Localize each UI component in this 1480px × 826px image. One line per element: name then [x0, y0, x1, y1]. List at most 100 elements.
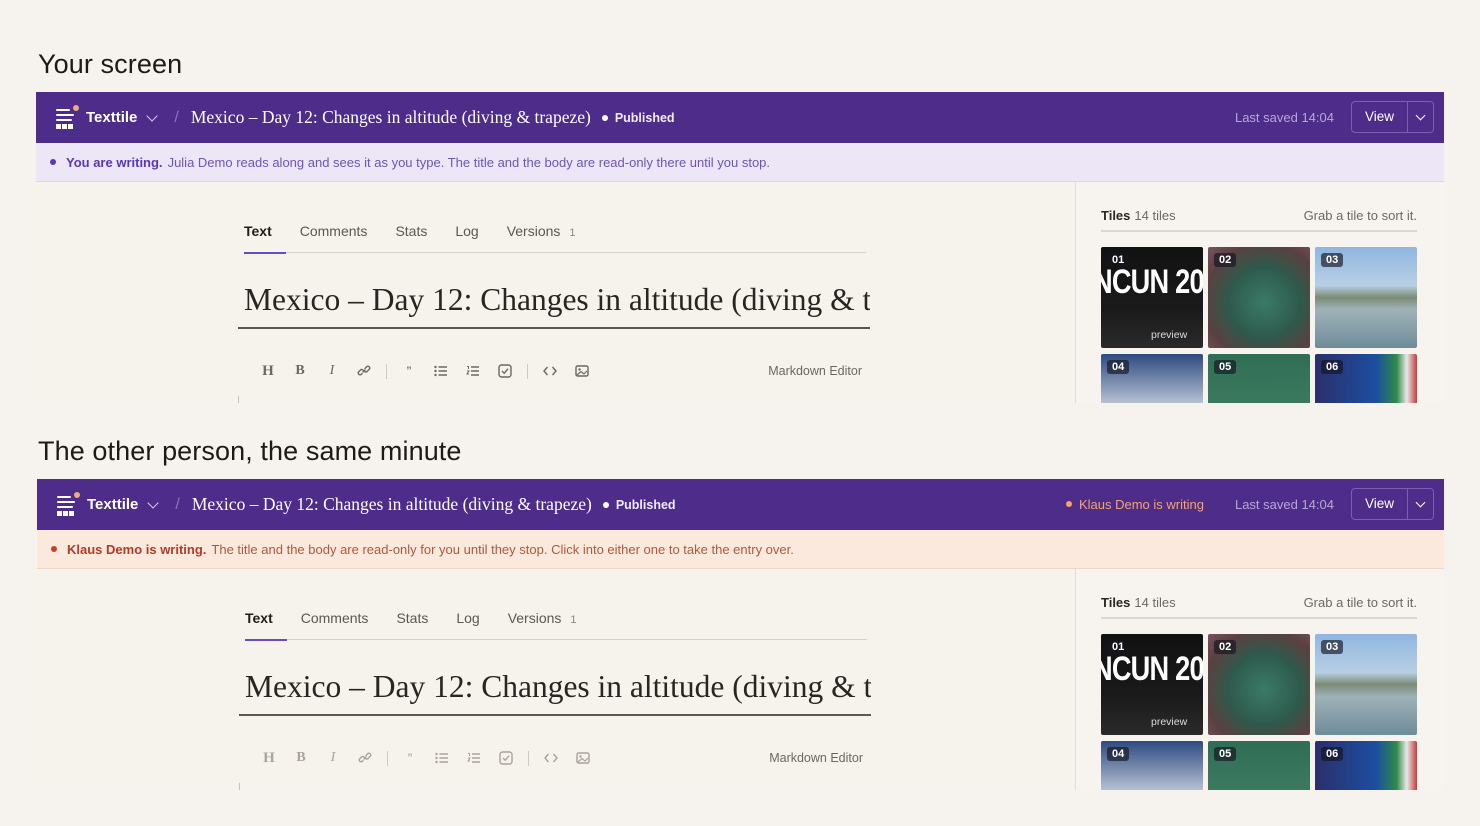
tile[interactable]: 06 — [1315, 741, 1417, 790]
document-title: Mexico – Day 12: Changes in altitude (di… — [190, 107, 591, 127]
tile[interactable]: 05 — [1208, 354, 1310, 403]
tile-number: 06 — [1321, 747, 1344, 761]
tile-number: 02 — [1214, 640, 1237, 654]
tab-text[interactable]: Text — [245, 607, 287, 641]
breadcrumb-separator: / — [174, 108, 179, 126]
tile[interactable]: 04 — [1101, 354, 1203, 403]
tile[interactable]: 05 — [1208, 741, 1310, 790]
notice-dot-icon — [51, 546, 57, 552]
tile-caption: preview — [1151, 716, 1188, 728]
tile-overlay-text: NCUN 2025 — [1101, 263, 1203, 301]
tile[interactable]: 04 — [1101, 741, 1203, 790]
checkbox-icon[interactable] — [489, 360, 521, 382]
tab-stats[interactable]: Stats — [395, 220, 427, 253]
notice-bold: You are writing. — [66, 154, 163, 170]
writing-indicator-label: Klaus Demo is writing — [1078, 496, 1204, 512]
tile-number: 01 — [1107, 640, 1130, 654]
chevron-down-icon[interactable] — [1415, 497, 1426, 508]
link-icon — [349, 747, 381, 769]
heading-icon[interactable]: H — [252, 360, 284, 382]
tab-versions[interactable]: Versions 1 — [507, 220, 576, 253]
versions-count-badge: 1 — [570, 614, 577, 626]
italic-icon[interactable]: I — [316, 360, 348, 382]
tiles-panel: Tiles14 tiles Grab a tile to sort it. NC… — [1075, 569, 1444, 790]
tile[interactable]: NCUN 202501 preview — [1101, 634, 1203, 735]
heading-icon: H — [263, 749, 275, 766]
image-icon[interactable] — [566, 360, 598, 382]
tile-number: 04 — [1107, 360, 1130, 374]
view-button[interactable]: View — [1351, 488, 1434, 520]
code-icon[interactable] — [534, 360, 566, 382]
tiles-label: Tiles — [1101, 595, 1131, 610]
notice-text: Julia Demo reads along and sees it as yo… — [167, 154, 771, 170]
tab-versions-label[interactable]: Versions — [507, 223, 561, 239]
versions-count-badge: 1 — [569, 227, 576, 239]
writing-notice: Klaus Demo is writing. The title and the… — [37, 530, 1444, 569]
tile[interactable]: NCUN 202501 preview — [1101, 247, 1203, 348]
tiles-hint: Grab a tile to sort it. — [1303, 595, 1417, 610]
tiles-label: Tiles — [1101, 208, 1131, 223]
notice-dot-icon — [50, 159, 56, 165]
top-bar: Texttile / Mexico – Day 12: Changes in a… — [36, 92, 1444, 143]
document-title: Mexico – Day 12: Changes in altitude (di… — [191, 494, 592, 514]
tile-number: 05 — [1214, 747, 1237, 761]
writing-dot-icon — [1065, 501, 1072, 507]
brand-switcher[interactable]: Texttile — [87, 496, 138, 513]
editor-window-your-screen: Texttile / Mexico – Day 12: Changes in a… — [36, 92, 1444, 403]
bullet-list-icon[interactable] — [425, 360, 457, 382]
tile-overlay-text: NCUN 2025 — [1101, 650, 1203, 688]
tile[interactable]: 02 — [1208, 247, 1310, 348]
section-heading-your-screen: Your screen — [38, 49, 183, 79]
chevron-down-icon[interactable] — [147, 496, 160, 509]
tab-stats[interactable]: Stats — [396, 607, 428, 640]
writing-indicator: Klaus Demo is writing — [1065, 496, 1204, 512]
quote-icon: ” — [407, 750, 413, 766]
markdown-toolbar-disabled: H B I ” Markdown Editor — [253, 747, 867, 769]
tab-log[interactable]: Log — [456, 607, 479, 640]
tile-number: 03 — [1321, 640, 1344, 654]
title-input[interactable]: Mexico – Day 12: Changes in altitude (di… — [238, 282, 870, 329]
notice-text: The title and the body are read-only for… — [211, 541, 794, 557]
view-button-label[interactable]: View — [1352, 102, 1408, 132]
view-button-label[interactable]: View — [1352, 489, 1408, 519]
link-icon[interactable] — [348, 360, 380, 382]
bold-icon[interactable]: B — [284, 360, 316, 382]
tiles-count: 14 tiles — [1134, 595, 1176, 610]
tab-text[interactable]: Text — [244, 220, 286, 254]
status-dot-icon — [602, 501, 609, 508]
brand-switcher[interactable]: Texttile — [86, 109, 137, 126]
section-heading-other-person: The other person, the same minute — [38, 436, 462, 466]
top-bar: Texttile / Mexico – Day 12: Changes in a… — [37, 479, 1444, 530]
view-button[interactable]: View — [1351, 101, 1434, 133]
body-cursor — [238, 396, 239, 403]
chevron-down-icon[interactable] — [146, 109, 159, 122]
texttile-logo-icon — [54, 103, 80, 130]
tiles-header: Tiles 14 tiles Grab a tile to sort it. — [1101, 595, 1417, 619]
status-badge: Published — [615, 497, 676, 512]
tab-versions-label[interactable]: Versions — [508, 610, 562, 626]
markdown-editor-label: Markdown Editor — [769, 751, 863, 765]
bold-icon: B — [296, 750, 306, 765]
tiles-grid: NCUN 202501 preview 02 03 04 05 06 — [1101, 247, 1417, 403]
quote-icon[interactable]: ” — [393, 360, 425, 382]
tab-comments[interactable]: Comments — [301, 607, 369, 640]
tile[interactable]: 02 — [1208, 634, 1310, 735]
tab-versions[interactable]: Versions 1 — [508, 607, 577, 640]
tab-comments[interactable]: Comments — [300, 220, 368, 253]
tile[interactable]: 06 — [1315, 354, 1417, 403]
status-dot-icon — [601, 114, 608, 121]
tile-number: 03 — [1321, 253, 1344, 267]
tile-number: 01 — [1107, 253, 1130, 267]
checkbox-icon — [490, 747, 522, 769]
tile[interactable]: 03 — [1315, 634, 1417, 735]
bullet-list-icon — [426, 747, 458, 769]
title-input-readonly[interactable]: Mexico – Day 12: Changes in altitude (di… — [239, 669, 871, 716]
tab-log[interactable]: Log — [455, 220, 478, 253]
tiles-panel: Tiles14 tiles Grab a tile to sort it. NC… — [1075, 182, 1444, 403]
tile-number: 02 — [1214, 253, 1237, 267]
tiles-hint: Grab a tile to sort it. — [1303, 208, 1417, 223]
numbered-list-icon[interactable] — [457, 360, 489, 382]
tile[interactable]: 03 — [1315, 247, 1417, 348]
italic-icon: I — [330, 750, 336, 765]
chevron-down-icon[interactable] — [1415, 110, 1426, 121]
